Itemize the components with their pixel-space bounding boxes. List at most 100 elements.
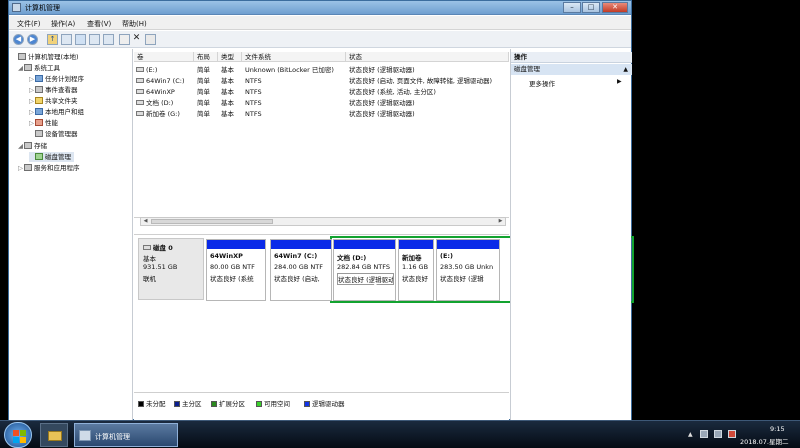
services-icon <box>24 164 32 171</box>
delete-icon[interactable]: ✕ <box>131 34 142 45</box>
disk-management-icon <box>35 153 43 160</box>
collapse-up-icon[interactable]: ▲ <box>623 64 628 75</box>
menu-help[interactable]: 帮助(H) <box>122 19 147 29</box>
submenu-arrow-icon: ▶ <box>617 78 622 85</box>
toolbar: ◀ ▶ ↑ ✕ <box>9 31 631 48</box>
partition-64winxp[interactable]: 64WinXP 80.00 GB NTF 状态良好 (系统 <box>206 239 266 301</box>
show-hidden-icons-icon[interactable]: ▲ <box>688 431 693 438</box>
window-title: 计算机管理 <box>25 4 60 12</box>
drive-icon <box>136 78 144 83</box>
legend-swatch-icon <box>304 401 310 407</box>
legend-swatch-icon <box>138 401 144 407</box>
tree-item[interactable]: ◢ 系统工具 <box>18 63 60 73</box>
system-tray: ▲ 9:15 2018.07.星期二 <box>640 421 800 448</box>
clock-time[interactable]: 9:15 <box>770 425 785 433</box>
column-header-filesystem[interactable]: 文件系统 <box>242 52 346 62</box>
help-icon[interactable] <box>75 34 86 45</box>
more-actions-item[interactable]: 更多操作 ▶ <box>529 78 622 88</box>
console-tree: 计算机管理(本地) ◢ 系统工具 ▷ 任务计划程序 ▷ 事件查看器 ▷ 共享文件夹 ▷ 本… <box>9 49 133 421</box>
disk-0-label[interactable]: 磁盘 0 基本 931.51 GB 联机 <box>138 238 204 300</box>
legend-extended: 扩展分区 <box>211 398 245 408</box>
primary-partition-bar <box>207 240 265 249</box>
maximize-button[interactable]: □ <box>582 2 600 13</box>
tree-item[interactable]: ▷ 事件查看器 <box>29 85 78 95</box>
tree-item[interactable]: ▷ 性能 <box>29 118 58 128</box>
disk-icon <box>143 245 151 250</box>
column-header-volume[interactable]: 卷 <box>134 52 194 62</box>
scroll-left-icon[interactable]: ◀ <box>141 218 150 225</box>
network-icon[interactable] <box>700 430 708 438</box>
table-row[interactable]: 文档 (D:) 简单 基本 NTFS 状态良好 (逻辑驱动器) <box>134 98 509 108</box>
tree-item[interactable]: 设备管理器 <box>29 129 78 139</box>
security-icon[interactable] <box>728 430 736 438</box>
logical-drive-bar <box>334 240 395 249</box>
windows-logo-icon <box>13 430 19 436</box>
legend-unallocated: 未分配 <box>138 398 166 408</box>
task-scheduler-icon <box>35 75 43 82</box>
drive-icon <box>136 67 144 72</box>
shared-folder-icon <box>35 97 43 104</box>
volume-icon[interactable] <box>714 430 722 438</box>
tree-item[interactable]: ▷ 任务计划程序 <box>29 74 84 84</box>
tree-item[interactable]: ▷ 服务和应用程序 <box>18 163 80 173</box>
minimize-button[interactable]: – <box>563 2 581 13</box>
partition-e[interactable]: (E:) 283.50 GB Unkn 状态良好 (逻辑 <box>436 239 500 301</box>
legend-primary: 主分区 <box>174 398 202 408</box>
drive-icon <box>136 89 144 94</box>
tree-item[interactable]: ▷ 共享文件夹 <box>29 96 78 106</box>
device-manager-icon <box>35 130 43 137</box>
tree-item[interactable]: ◢ 存储 <box>18 141 47 151</box>
legend-free-space: 可用空间 <box>256 398 290 408</box>
users-icon <box>35 108 43 115</box>
actions-pane: 操作 磁盘管理 ▲ 更多操作 ▶ <box>510 49 632 421</box>
menu-file[interactable]: 文件(F) <box>17 19 41 29</box>
column-header-type[interactable]: 类型 <box>218 52 242 62</box>
event-viewer-icon <box>35 86 43 93</box>
partition-new-volume-g[interactable]: 新加卷 1.16 GB 状态良好 <box>398 239 434 301</box>
scroll-right-icon[interactable]: ▶ <box>496 218 505 225</box>
column-header-layout[interactable]: 布局 <box>194 52 218 62</box>
menu-action[interactable]: 操作(A) <box>51 19 75 29</box>
up-folder-icon[interactable]: ↑ <box>47 34 58 45</box>
close-button[interactable]: ✕ <box>602 2 628 13</box>
table-row[interactable]: 64WinXP 简单 基本 NTFS 状态良好 (系统, 活动, 主分区) <box>134 87 509 97</box>
computer-management-icon <box>79 430 91 441</box>
actions-header: 操作 <box>511 52 632 63</box>
horizontal-scrollbar[interactable]: ◀ ▶ <box>140 217 506 226</box>
computer-management-window: 计算机管理 – □ ✕ 文件(F) 操作(A) 查看(V) 帮助(H) ◀ ▶ … <box>8 0 634 421</box>
table-row[interactable]: 新加卷 (G:) 简单 基本 NTFS 状态良好 (逻辑驱动器) <box>134 109 509 119</box>
export-icon[interactable] <box>119 34 130 45</box>
disk-management-pane: 卷 布局 类型 文件系统 状态 (E:) 简单 基本 Unknown (BitL… <box>134 49 634 421</box>
table-row[interactable]: 64Win7 (C:) 简单 基本 NTFS 状态良好 (启动, 页面文件, 故… <box>134 76 509 86</box>
clock-date[interactable]: 2018.07.星期二 <box>740 436 788 446</box>
menu-view[interactable]: 查看(V) <box>87 19 111 29</box>
column-header-status[interactable]: 状态 <box>346 52 509 62</box>
volume-table: 卷 布局 类型 文件系统 状态 (E:) 简单 基本 Unknown (BitL… <box>134 52 509 218</box>
partition-64win7-c[interactable]: 64Win7 (C:) 284.00 GB NTF 状态良好 (启动, <box>270 239 332 301</box>
tree-item[interactable]: 计算机管理(本地) <box>12 52 79 62</box>
start-button[interactable] <box>4 422 32 448</box>
disk-graph: 磁盘 0 基本 931.51 GB 联机 64WinXP 80.00 GB NT… <box>134 234 634 392</box>
menu-bar: 文件(F) 操作(A) 查看(V) 帮助(H) <box>9 16 631 30</box>
computer-icon <box>18 53 26 60</box>
settings-icon[interactable] <box>145 34 156 45</box>
legend-swatch-icon <box>174 401 180 407</box>
app-icon <box>12 3 21 12</box>
partition-legend: 未分配 主分区 扩展分区 可用空间 逻辑驱动器 <box>134 392 509 410</box>
forward-icon[interactable]: ▶ <box>27 34 38 45</box>
taskbar-computer-management-button[interactable]: 计算机管理 <box>74 423 178 447</box>
scrollbar-thumb[interactable] <box>151 219 273 224</box>
taskbar-explorer-button[interactable] <box>40 423 68 447</box>
legend-swatch-icon <box>211 401 217 407</box>
title-bar[interactable]: 计算机管理 – □ ✕ <box>9 1 631 15</box>
back-icon[interactable]: ◀ <box>13 34 24 45</box>
show-hide-tree-icon[interactable] <box>61 34 72 45</box>
table-row[interactable]: (E:) 简单 基本 Unknown (BitLocker 已加密) 状态良好 … <box>134 65 509 75</box>
properties-icon[interactable] <box>89 34 100 45</box>
refresh-list-icon[interactable] <box>103 34 114 45</box>
actions-section-disk-management[interactable]: 磁盘管理 ▲ <box>511 64 632 75</box>
partition-documents-d[interactable]: 文档 (D:) 282.84 GB NTFS 状态良好 (逻辑驱动器) <box>333 239 396 301</box>
tree-item-selected[interactable]: 磁盘管理 <box>29 152 74 162</box>
tree-item[interactable]: ▷ 本地用户和组 <box>29 107 84 117</box>
taskbar: 计算机管理 ▲ 9:15 2018.07.星期二 <box>0 420 800 448</box>
